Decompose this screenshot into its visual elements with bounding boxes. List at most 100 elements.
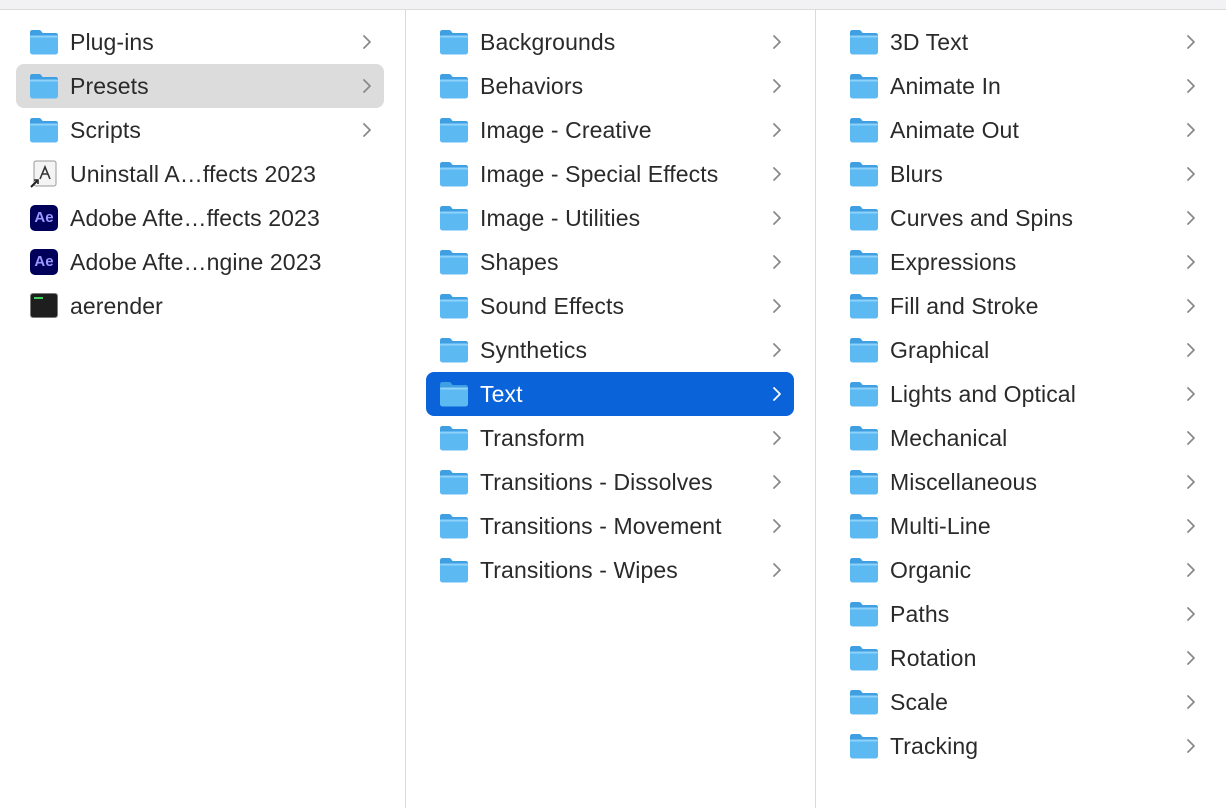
list-item[interactable]: Miscellaneous xyxy=(836,460,1208,504)
folder-icon xyxy=(438,248,470,276)
finder-column-1[interactable]: Plug-ins Presets Scripts Uninstall A…ffects… xyxy=(0,10,406,808)
folder-icon xyxy=(438,336,470,364)
chevron-right-icon xyxy=(772,430,782,446)
list-item-label: Expressions xyxy=(890,249,1017,275)
finder-column-2[interactable]: Backgrounds Behaviors Image - Creative Imag… xyxy=(406,10,816,808)
list-item-label: Synthetics xyxy=(480,337,588,363)
chevron-right-icon xyxy=(1186,254,1196,270)
list-item[interactable]: Tracking xyxy=(836,724,1208,768)
list-item-label: Organic xyxy=(890,557,972,583)
list-item[interactable]: Fill and Stroke xyxy=(836,284,1208,328)
chevron-right-icon xyxy=(1186,562,1196,578)
chevron-right-icon xyxy=(1186,606,1196,622)
list-item-label: Paths xyxy=(890,601,950,627)
after-effects-app-icon: Ae xyxy=(30,205,58,231)
chevron-right-icon xyxy=(1186,386,1196,402)
chevron-right-icon xyxy=(772,166,782,182)
list-item[interactable]: Animate Out xyxy=(836,108,1208,152)
list-item[interactable]: Expressions xyxy=(836,240,1208,284)
list-item[interactable]: Rotation xyxy=(836,636,1208,680)
list-item[interactable]: Ae Adobe Afte…ngine 2023 xyxy=(16,240,384,284)
list-item[interactable]: Image - Utilities xyxy=(426,196,794,240)
list-item-label: Backgrounds xyxy=(480,29,616,55)
folder-icon xyxy=(438,380,470,408)
folder-icon xyxy=(438,160,470,188)
folder-icon xyxy=(438,116,470,144)
list-item[interactable]: Paths xyxy=(836,592,1208,636)
folder-icon xyxy=(848,116,880,144)
folder-icon xyxy=(848,160,880,188)
list-item-label: Curves and Spins xyxy=(890,205,1074,231)
list-item[interactable]: Transform xyxy=(426,416,794,460)
list-item[interactable]: Multi-Line xyxy=(836,504,1208,548)
list-item[interactable]: Lights and Optical xyxy=(836,372,1208,416)
list-item[interactable]: Image - Creative xyxy=(426,108,794,152)
list-item[interactable]: Scale xyxy=(836,680,1208,724)
list-item-label: Transitions - Dissolves xyxy=(480,469,713,495)
terminal-executable-icon xyxy=(30,293,58,318)
folder-icon xyxy=(848,556,880,584)
list-item[interactable]: Plug-ins xyxy=(16,20,384,64)
chevron-right-icon xyxy=(362,78,372,94)
finder-column-3[interactable]: 3D Text Animate In Animate Out Blurs Curves … xyxy=(816,10,1226,808)
list-item-label: Tracking xyxy=(890,733,979,759)
list-item[interactable]: Text xyxy=(426,372,794,416)
folder-icon xyxy=(848,688,880,716)
chevron-right-icon xyxy=(1186,166,1196,182)
list-item[interactable]: Presets xyxy=(16,64,384,108)
list-item[interactable]: Backgrounds xyxy=(426,20,794,64)
chevron-right-icon xyxy=(1186,298,1196,314)
folder-icon xyxy=(848,512,880,540)
after-effects-app-icon: Ae xyxy=(30,249,58,275)
list-item[interactable]: aerender xyxy=(16,284,384,328)
folder-icon xyxy=(848,600,880,628)
uninstaller-app-icon xyxy=(30,160,58,188)
list-item[interactable]: Shapes xyxy=(426,240,794,284)
list-item-label: Lights and Optical xyxy=(890,381,1076,407)
list-item[interactable]: Organic xyxy=(836,548,1208,592)
folder-icon xyxy=(438,512,470,540)
list-item-label: Plug-ins xyxy=(70,29,154,55)
list-item[interactable]: Synthetics xyxy=(426,328,794,372)
folder-icon xyxy=(28,116,60,144)
chevron-right-icon xyxy=(1186,342,1196,358)
list-item[interactable]: Animate In xyxy=(836,64,1208,108)
list-item-label: Uninstall A…ffects 2023 xyxy=(70,161,317,187)
folder-icon xyxy=(848,28,880,56)
list-item[interactable]: Transitions - Wipes xyxy=(426,548,794,592)
chevron-right-icon xyxy=(1186,738,1196,754)
list-item[interactable]: Sound Effects xyxy=(426,284,794,328)
chevron-right-icon xyxy=(1186,518,1196,534)
list-item[interactable]: Mechanical xyxy=(836,416,1208,460)
folder-icon xyxy=(848,732,880,760)
list-item-label: Transitions - Wipes xyxy=(480,557,678,583)
chevron-right-icon xyxy=(1186,694,1196,710)
list-item-label: Image - Special Effects xyxy=(480,161,719,187)
list-item[interactable]: 3D Text xyxy=(836,20,1208,64)
list-item-label: Shapes xyxy=(480,249,559,275)
toolbar-strip xyxy=(0,0,1226,10)
list-item[interactable]: Blurs xyxy=(836,152,1208,196)
list-item-label: Fill and Stroke xyxy=(890,293,1039,319)
list-item[interactable]: Scripts xyxy=(16,108,384,152)
chevron-right-icon xyxy=(772,298,782,314)
folder-icon xyxy=(848,72,880,100)
list-item[interactable]: Transitions - Movement xyxy=(426,504,794,548)
chevron-right-icon xyxy=(772,562,782,578)
list-item-label: Behaviors xyxy=(480,73,584,99)
list-item[interactable]: Graphical xyxy=(836,328,1208,372)
chevron-right-icon xyxy=(772,78,782,94)
list-item-label: Miscellaneous xyxy=(890,469,1038,495)
list-item[interactable]: Transitions - Dissolves xyxy=(426,460,794,504)
list-item[interactable]: Curves and Spins xyxy=(836,196,1208,240)
list-item[interactable]: Behaviors xyxy=(426,64,794,108)
list-item[interactable]: Ae Adobe Afte…ffects 2023 xyxy=(16,196,384,240)
list-item-label: Mechanical xyxy=(890,425,1008,451)
chevron-right-icon xyxy=(1186,34,1196,50)
folder-icon xyxy=(438,556,470,584)
list-item[interactable]: Uninstall A…ffects 2023 xyxy=(16,152,384,196)
folder-icon xyxy=(848,292,880,320)
folder-icon xyxy=(438,72,470,100)
folder-icon xyxy=(438,204,470,232)
list-item[interactable]: Image - Special Effects xyxy=(426,152,794,196)
